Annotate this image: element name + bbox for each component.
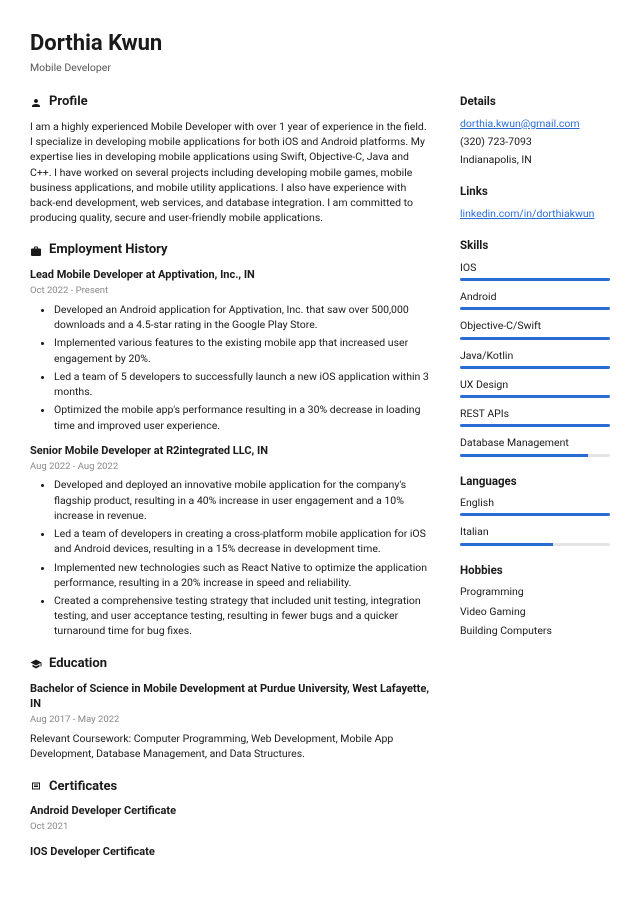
skill-bar-fill bbox=[460, 424, 610, 427]
skill-bar-fill bbox=[460, 454, 588, 457]
main-column: Profile I am a highly experienced Mobile… bbox=[30, 93, 432, 876]
language-bar-fill bbox=[460, 513, 610, 516]
skill-item: IOS bbox=[460, 260, 610, 281]
email-link[interactable]: dorthia.kwun@gmail.com bbox=[460, 116, 610, 131]
hobby-item: Programming bbox=[460, 584, 610, 599]
skill-bar-fill bbox=[460, 278, 610, 281]
person-name: Dorthia Kwun bbox=[30, 28, 610, 60]
certificate-icon bbox=[30, 781, 42, 793]
certificate-date: Oct 2021 bbox=[30, 820, 432, 834]
skill-bar bbox=[460, 307, 610, 310]
education-section: Education Bachelor of Science in Mobile … bbox=[30, 655, 432, 762]
skill-item: Android bbox=[460, 289, 610, 310]
employment-title: Employment History bbox=[30, 241, 432, 260]
job-bullet: Developed an Android application for App… bbox=[54, 302, 432, 332]
skill-bar-fill bbox=[460, 395, 610, 398]
skill-bar-fill bbox=[460, 307, 610, 310]
skill-bar bbox=[460, 454, 610, 457]
education-date: Aug 2017 - May 2022 bbox=[30, 713, 432, 727]
person-role: Mobile Developer bbox=[30, 60, 610, 75]
job-bullet: Implemented various features to the exis… bbox=[54, 335, 432, 365]
education-item: Bachelor of Science in Mobile Developmen… bbox=[30, 681, 432, 762]
job-bullet: Implemented new technologies such as Rea… bbox=[54, 560, 432, 590]
grad-cap-icon bbox=[30, 658, 42, 670]
profile-text: I am a highly experienced Mobile Develop… bbox=[30, 119, 432, 226]
job: Lead Mobile Developer at Apptivation, In… bbox=[30, 267, 432, 432]
skill-item: UX Design bbox=[460, 377, 610, 398]
language-name: Italian bbox=[460, 524, 610, 539]
language-bar bbox=[460, 513, 610, 516]
skill-name: IOS bbox=[460, 260, 610, 275]
links-title: Links bbox=[460, 183, 610, 200]
education-item-title: Bachelor of Science in Mobile Developmen… bbox=[30, 681, 432, 713]
skill-item: REST APIs bbox=[460, 406, 610, 427]
job-title: Senior Mobile Developer at R2integrated … bbox=[30, 443, 432, 459]
skill-item: Objective-C/Swift bbox=[460, 318, 610, 339]
skill-name: Java/Kotlin bbox=[460, 348, 610, 363]
skills-title: Skills bbox=[460, 237, 610, 254]
skill-name: UX Design bbox=[460, 377, 610, 392]
certificate-title: Android Developer Certificate bbox=[30, 803, 432, 819]
skill-item: Database Management bbox=[460, 435, 610, 456]
profile-title: Profile bbox=[30, 93, 432, 112]
job-bullet: Created a comprehensive testing strategy… bbox=[54, 593, 432, 639]
sidebar: Details dorthia.kwun@gmail.com (320) 723… bbox=[460, 93, 610, 876]
header: Dorthia Kwun Mobile Developer bbox=[30, 28, 610, 75]
skill-name: Objective-C/Swift bbox=[460, 318, 610, 333]
job-bullets: Developed and deployed an innovative mob… bbox=[30, 477, 432, 638]
hobby-item: Video Gaming bbox=[460, 604, 610, 619]
skill-bar-fill bbox=[460, 337, 610, 340]
skill-bar bbox=[460, 337, 610, 340]
profile-section: Profile I am a highly experienced Mobile… bbox=[30, 93, 432, 225]
skill-bar-fill bbox=[460, 366, 610, 369]
education-title: Education bbox=[30, 655, 432, 674]
job-bullet: Led a team of developers in creating a c… bbox=[54, 526, 432, 556]
job-title: Lead Mobile Developer at Apptivation, In… bbox=[30, 267, 432, 283]
certificate-item: Android Developer CertificateOct 2021 bbox=[30, 803, 432, 834]
hobbies-section: Hobbies Programming Video Gaming Building … bbox=[460, 562, 610, 638]
details-title: Details bbox=[460, 93, 610, 110]
job-date: Oct 2022 - Present bbox=[30, 284, 432, 298]
certificates-title: Certificates bbox=[30, 778, 432, 797]
job-bullet: Led a team of 5 developers to successful… bbox=[54, 369, 432, 399]
hobbies-title: Hobbies bbox=[460, 562, 610, 579]
certificates-section: Certificates Android Developer Certifica… bbox=[30, 778, 432, 860]
language-bar-fill bbox=[460, 543, 553, 546]
skill-bar bbox=[460, 395, 610, 398]
skill-item: Java/Kotlin bbox=[460, 348, 610, 369]
language-item: English bbox=[460, 495, 610, 516]
job: Senior Mobile Developer at R2integrated … bbox=[30, 443, 432, 639]
languages-title: Languages bbox=[460, 473, 610, 490]
skill-name: REST APIs bbox=[460, 406, 610, 421]
hobby-item: Building Computers bbox=[460, 623, 610, 638]
links-section: Links linkedin.com/in/dorthiakwun bbox=[460, 183, 610, 221]
language-name: English bbox=[460, 495, 610, 510]
location: Indianapolis, IN bbox=[460, 152, 610, 167]
skill-bar bbox=[460, 278, 610, 281]
skill-bar bbox=[460, 424, 610, 427]
skill-bar bbox=[460, 366, 610, 369]
job-bullet: Optimized the mobile app's performance r… bbox=[54, 402, 432, 432]
job-date: Aug 2022 - Aug 2022 bbox=[30, 460, 432, 474]
person-icon bbox=[30, 97, 42, 109]
language-bar bbox=[460, 543, 610, 546]
briefcase-icon bbox=[30, 245, 42, 257]
certificate-item: IOS Developer Certificate bbox=[30, 844, 432, 860]
languages-section: Languages English Italian bbox=[460, 473, 610, 546]
details-section: Details dorthia.kwun@gmail.com (320) 723… bbox=[460, 93, 610, 167]
external-link[interactable]: linkedin.com/in/dorthiakwun bbox=[460, 206, 610, 221]
education-desc: Relevant Coursework: Computer Programmin… bbox=[30, 731, 432, 761]
skills-section: Skills IOS Android Objective-C/Swift Java/K… bbox=[460, 237, 610, 456]
phone: (320) 723-7093 bbox=[460, 134, 610, 149]
job-bullet: Developed and deployed an innovative mob… bbox=[54, 477, 432, 523]
employment-section: Employment History Lead Mobile Developer… bbox=[30, 241, 432, 638]
job-bullets: Developed an Android application for App… bbox=[30, 302, 432, 433]
skill-name: Database Management bbox=[460, 435, 610, 450]
language-item: Italian bbox=[460, 524, 610, 545]
certificate-title: IOS Developer Certificate bbox=[30, 844, 432, 860]
skill-name: Android bbox=[460, 289, 610, 304]
